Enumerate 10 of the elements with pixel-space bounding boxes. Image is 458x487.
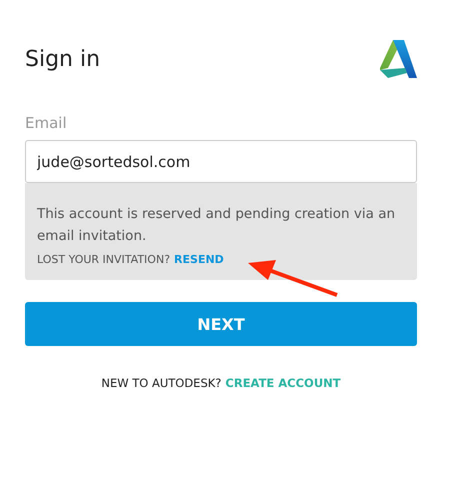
notice-message: This account is reserved and pending creation via an email invitation. — [37, 205, 396, 246]
logo-icon — [380, 40, 417, 78]
page-title: Sign in — [25, 46, 100, 72]
new-to-autodesk-text: NEW TO AUTODESK? — [101, 376, 222, 390]
email-label: Email — [25, 114, 68, 132]
email-field[interactable]: jude@sortedsol.com — [25, 140, 417, 183]
next-button[interactable]: NEXT — [25, 302, 417, 346]
lost-invitation-text: LOST YOUR INVITATION? — [37, 253, 170, 266]
resend-link[interactable]: RESEND — [174, 253, 224, 266]
create-account-link[interactable]: CREATE ACCOUNT — [225, 376, 341, 390]
